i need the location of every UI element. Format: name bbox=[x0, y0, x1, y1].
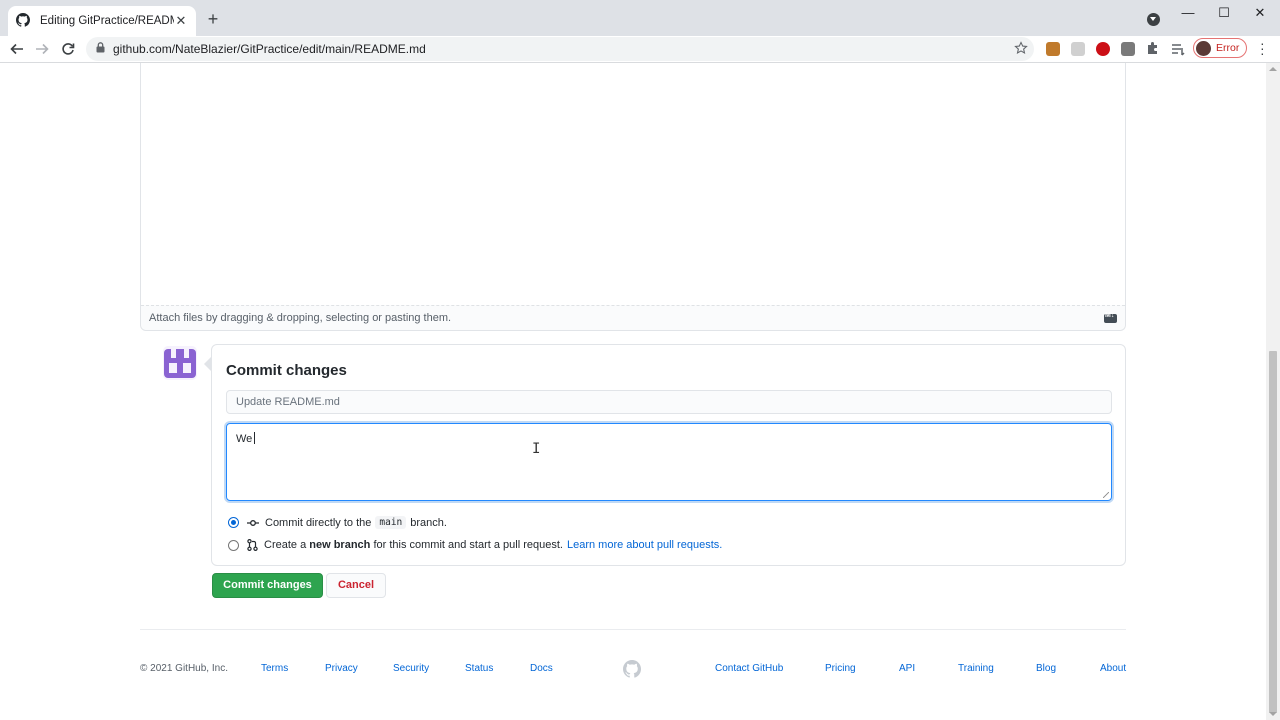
scroll-up-icon[interactable] bbox=[1269, 67, 1277, 71]
cancel-button[interactable]: Cancel bbox=[326, 573, 386, 598]
commit-direct-radio[interactable] bbox=[228, 517, 239, 528]
commit-description-textarea[interactable]: We bbox=[226, 423, 1112, 501]
extension-1-icon[interactable] bbox=[1046, 42, 1060, 56]
browser-toolbar: github.com/NateBlazier/GitPractice/edit/… bbox=[0, 36, 1280, 63]
direct-option-suffix: branch. bbox=[410, 516, 447, 529]
text-caret bbox=[254, 432, 256, 444]
footer-link-blog[interactable]: Blog bbox=[1036, 663, 1056, 674]
tab-strip: Editing GitPractice/README.md a ✕ + — ☐ … bbox=[0, 0, 1280, 36]
avatar[interactable] bbox=[163, 346, 197, 380]
bookmark-star-icon[interactable] bbox=[1014, 41, 1028, 60]
resize-handle[interactable] bbox=[1103, 492, 1109, 498]
footer-link-terms[interactable]: Terms bbox=[261, 663, 288, 674]
window-close-icon[interactable]: ✕ bbox=[1248, 4, 1272, 22]
extension-2-icon[interactable] bbox=[1071, 42, 1085, 56]
footer-link-status[interactable]: Status bbox=[465, 663, 493, 674]
attach-hint: Attach files by dragging & dropping, sel… bbox=[149, 312, 452, 324]
footer-link-api[interactable]: API bbox=[899, 663, 915, 674]
minimize-icon[interactable]: — bbox=[1176, 4, 1200, 22]
footer-copyright: © 2021 GitHub, Inc. bbox=[140, 663, 228, 674]
commit-form: Commit changes Update README.md We Commi… bbox=[204, 344, 1126, 566]
new-tab-icon[interactable]: + bbox=[204, 10, 222, 28]
footer-link-security[interactable]: Security bbox=[393, 663, 429, 674]
footer-link-privacy[interactable]: Privacy bbox=[325, 663, 358, 674]
tab-close-icon[interactable]: ✕ bbox=[174, 13, 188, 29]
github-page: Attach files by dragging & dropping, sel… bbox=[0, 63, 1266, 720]
footer-divider bbox=[140, 629, 1126, 630]
url-text: github.com/NateBlazier/GitPractice/edit/… bbox=[113, 42, 426, 56]
commit-new-branch-radio[interactable] bbox=[228, 539, 239, 551]
scroll-down-icon[interactable] bbox=[1269, 712, 1277, 716]
new-branch-suffix: for this commit and start a pull request… bbox=[373, 539, 563, 551]
profile-avatar bbox=[1196, 40, 1211, 56]
description-text: We bbox=[236, 433, 253, 445]
tab-title: Editing GitPractice/README.md a bbox=[40, 15, 174, 27]
text-cursor-icon: I bbox=[532, 441, 541, 457]
new-branch-prefix: Create a bbox=[264, 539, 307, 551]
commit-summary-input[interactable]: Update README.md bbox=[226, 390, 1112, 414]
footer-link-training[interactable]: Training bbox=[958, 663, 994, 674]
footer-link-pricing[interactable]: Pricing bbox=[825, 663, 856, 674]
extension-4-icon[interactable] bbox=[1121, 42, 1135, 56]
footer-link-docs[interactable]: Docs bbox=[530, 663, 553, 674]
reload-icon[interactable] bbox=[58, 39, 78, 59]
profile-status-label: Error bbox=[1216, 42, 1240, 54]
git-commit-icon bbox=[247, 518, 259, 528]
tab-search-icon[interactable] bbox=[1147, 13, 1160, 26]
github-logo-icon[interactable] bbox=[623, 660, 642, 681]
footer: © 2021 GitHub, Inc. Terms Privacy Securi… bbox=[140, 660, 1126, 678]
page-scrollbar[interactable] bbox=[1266, 63, 1280, 720]
profile-error-button[interactable]: Error bbox=[1193, 38, 1247, 58]
footer-link-about[interactable]: About bbox=[1100, 663, 1126, 674]
reading-list-icon[interactable] bbox=[1171, 42, 1185, 56]
pull-request-icon bbox=[247, 539, 258, 551]
lock-icon bbox=[96, 40, 105, 58]
attach-files-bar[interactable]: Attach files by dragging & dropping, sel… bbox=[141, 305, 1125, 330]
new-branch-bold: new branch bbox=[309, 539, 371, 551]
commit-title: Commit changes bbox=[226, 362, 347, 379]
back-icon[interactable] bbox=[7, 39, 27, 59]
footer-link-contact[interactable]: Contact GitHub bbox=[715, 663, 783, 674]
github-favicon-icon bbox=[16, 13, 32, 29]
scrollbar-thumb[interactable] bbox=[1269, 351, 1277, 713]
browser-tab[interactable]: Editing GitPractice/README.md a ✕ bbox=[8, 6, 196, 36]
commit-changes-button[interactable]: Commit changes bbox=[212, 573, 323, 598]
branch-name: main bbox=[375, 516, 407, 529]
direct-option-label: Commit directly to the bbox=[265, 516, 372, 529]
maximize-icon[interactable]: ☐ bbox=[1212, 4, 1236, 22]
extensions-puzzle-icon[interactable] bbox=[1146, 41, 1160, 55]
opera-extension-icon[interactable] bbox=[1096, 42, 1110, 56]
browser-menu-icon[interactable]: · · · bbox=[1260, 36, 1265, 60]
markdown-icon bbox=[1104, 312, 1117, 323]
file-editor[interactable]: Attach files by dragging & dropping, sel… bbox=[140, 63, 1126, 331]
commit-new-branch-option[interactable]: Create a new branch for this commit and … bbox=[228, 539, 722, 551]
forward-icon[interactable] bbox=[32, 39, 52, 59]
address-bar[interactable]: github.com/NateBlazier/GitPractice/edit/… bbox=[86, 37, 1034, 61]
learn-more-pull-requests-link[interactable]: Learn more about pull requests. bbox=[567, 539, 722, 551]
commit-direct-option[interactable]: Commit directly to the main branch. bbox=[228, 516, 447, 529]
